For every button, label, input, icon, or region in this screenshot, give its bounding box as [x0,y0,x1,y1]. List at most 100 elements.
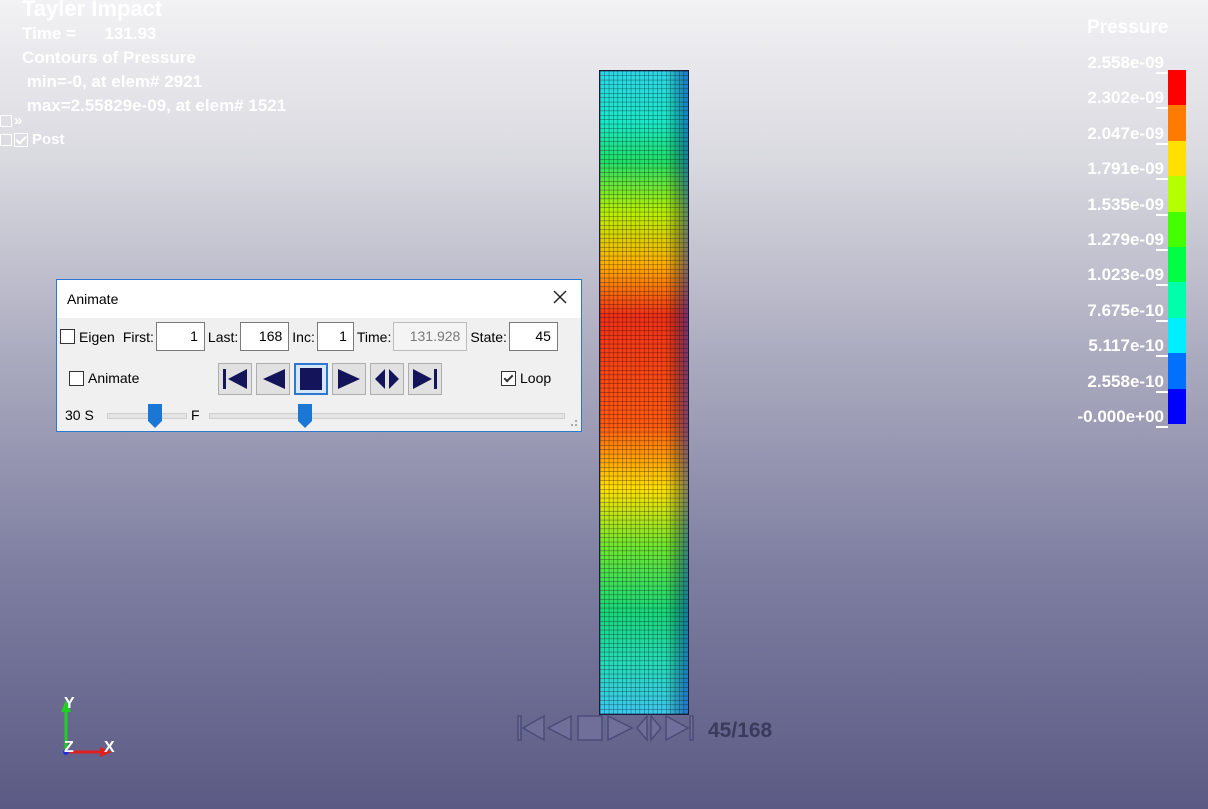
speed-slider-thumb[interactable] [148,404,163,428]
state-label: State: [470,328,507,345]
legend-tick [1156,284,1168,287]
time-label: Time: [356,328,392,345]
pressure-contour-mesh [599,70,689,715]
state-field[interactable]: 45 [508,322,558,351]
legend-swatch [1168,353,1186,390]
axis-x-label: X [104,739,115,756]
play-button[interactable] [332,363,366,395]
tree-root[interactable]: » [0,112,22,129]
speed-label: 30 S [65,407,94,423]
fast-label: F [191,407,200,423]
frame-slider-thumb[interactable] [297,404,312,428]
legend-label: 5.117e-10 [1088,336,1164,356]
legend-label: 2.302e-09 [1087,88,1164,108]
model-title: Tayler Impact [22,0,163,21]
eigen-label: Eigen [79,328,115,345]
frame-counter: 45/168 [708,719,773,742]
min-readout: min=-0, at elem# 2921 [22,72,203,91]
post-checkbox[interactable] [14,132,28,147]
contours-label: Contours of Pressure [22,48,196,67]
eigen-checkbox[interactable] [60,329,75,344]
last-frame-icon [665,714,690,742]
prev-frame-button[interactable] [256,363,290,395]
legend-tick [1156,355,1168,358]
close-icon[interactable] [551,288,569,306]
legend-tick [1156,249,1168,251]
first-frame-button[interactable] [218,363,252,395]
tree-item-label: Post [32,131,65,148]
legend-label: 2.047e-09 [1087,123,1164,143]
time-field: 131.928 [393,322,468,351]
legend-swatch [1168,105,1186,142]
prev-frame-icon [546,714,572,742]
first-field[interactable]: 1 [155,322,205,351]
expand-chevron-icon[interactable]: » [14,112,22,129]
inc-field[interactable]: 1 [316,322,354,351]
legend-swatch [1168,317,1186,354]
legend-label: 2.558e-09 [1087,53,1164,72]
speed-slider-track[interactable] [107,413,187,419]
legend-title: Pressure [1087,17,1169,38]
play-backward-icon [263,369,285,389]
legend-tick [1156,107,1168,110]
legend-swatch [1168,211,1186,248]
legend-swatch [1168,176,1186,213]
legend-label: 7.675e-10 [1087,300,1164,320]
max-readout: max=2.55829e-09, at elem# 1521 [22,96,287,115]
mesh-svg [600,71,688,714]
resize-grip-icon[interactable] [570,419,578,427]
loop-label: Loop [520,370,552,386]
legend-label: 2.558e-10 [1087,371,1164,391]
loop-checkbox[interactable] [501,370,516,386]
dialog-titlebar[interactable]: Animate [57,280,581,318]
animate-option[interactable]: Animate [69,370,139,386]
tree-item-post[interactable]: Post [0,131,65,148]
frame-slider-track[interactable] [209,413,565,419]
last-label: Last: [207,328,239,345]
stop-button[interactable] [294,363,328,395]
bounce-icon [636,713,648,743]
legend-tick [1156,142,1168,145]
last-field[interactable]: 168 [240,322,290,351]
playback-row: Animate Loop [57,360,581,398]
play-icon [607,714,634,742]
legend-tick [1156,72,1168,74]
legend-tick [1156,319,1168,322]
loop-option[interactable]: Loop [501,370,551,386]
last-frame-button[interactable] [408,363,442,395]
legend-swatch [1168,70,1186,106]
first-frame-icon [223,369,247,389]
animate-label: Animate [88,370,140,386]
inc-label: Inc: [292,328,315,345]
viewport-playback-controls[interactable] [516,713,696,743]
legend-label: 1.279e-09 [1087,230,1164,249]
speed-row: 30 S F [57,400,581,430]
legend-label: 1.023e-09 [1087,265,1164,285]
animate-dialog: Animate Eigen First: 1 Last: 168 Inc: 1 … [56,279,582,432]
legend-tick [1156,390,1168,393]
first-frame-icon [517,715,522,741]
time-readout: Time = 131.93 [22,24,157,43]
first-frame-icon [521,714,545,742]
bounce-icon [650,713,662,743]
last-frame-icon [413,369,437,389]
legend-tick [1156,178,1168,181]
legend-label: 1.791e-09 [1087,159,1164,179]
first-label: First: [122,328,154,345]
legend-label: 1.535e-09 [1087,194,1164,214]
axis-triad: Y Z X [61,695,115,757]
legend-swatch [1168,282,1186,319]
stop-icon [300,368,322,390]
legend-label: -0.000e+00 [1077,407,1165,426]
tree-expand-icon[interactable] [0,133,12,146]
animate-checkbox[interactable] [69,370,84,386]
frame-range-row: Eigen First: 1 Last: 168 Inc: 1 Time: 13… [60,320,558,353]
dialog-title: Animate [67,291,119,307]
legend-swatch [1168,247,1186,283]
axis-y-label: Y [64,695,75,712]
bounce-button[interactable] [370,363,404,395]
bounce-icon [375,369,399,389]
legend-tick [1156,213,1168,216]
legend-tick [1156,426,1168,428]
axis-z-label: Z [64,739,74,756]
